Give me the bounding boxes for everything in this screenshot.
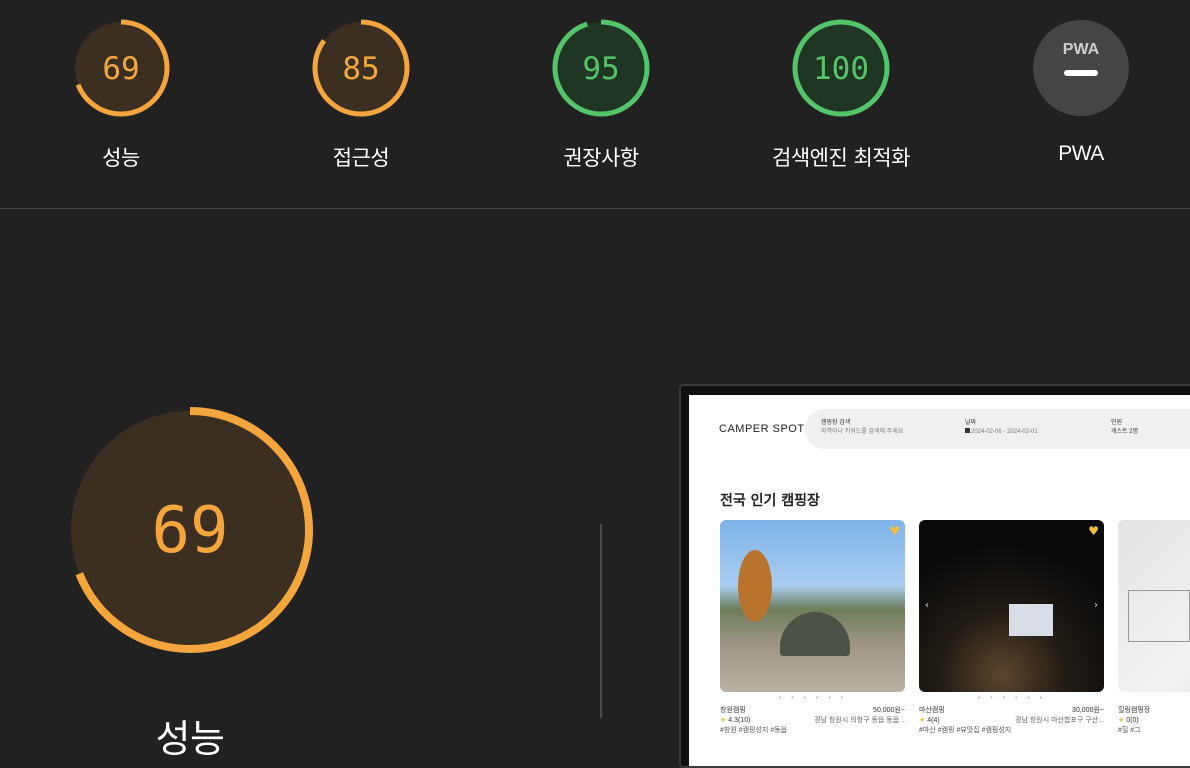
heart-icon: ♥ [1088,524,1099,538]
chevron-left-icon: ‹ [925,600,929,611]
camp-card-rating-text: 4(4) [927,717,940,724]
pwa-badge-icon: PWA [1063,41,1100,58]
camp-card-rating-text: 4.3(10) [728,717,751,724]
gauge-performance-label: 성능 [102,146,140,170]
camp-card-rating: ★ 0(0) [1118,716,1190,726]
category-summary: 69 성능 85 접근성 95 권장사항 100 검색엔진 최적화 PWA PW… [0,0,1190,209]
gauge-accessibility-score: 85 [342,51,379,87]
gauge-performance-ring: 69 [72,19,170,117]
gauge-seo[interactable]: 100 검색엔진 최적화 [741,18,941,172]
search-field-date: 날짜 2024-02-06 - 2024-02-01 [965,419,1038,437]
search-field-keyword-value: 지역이나 키워드를 검색해 주세요 [821,429,904,435]
gauge-best-practices-label: 권장사항 [563,146,639,170]
camp-card-image: ♥ ‹ › [919,520,1104,692]
tent-shape [780,612,850,656]
section-title: 전국 인기 캠핑장 [720,493,820,509]
gauge-performance[interactable]: 69 성능 [21,18,221,172]
search-field-date-label: 날짜 [965,420,977,426]
gauge-accessibility-label: 접근성 [332,146,390,170]
gauge-pwa[interactable]: PWA PWA [981,18,1181,166]
site-header: CAMPER SPOT 캠핑장 검색 지역이나 키워드를 검색해 주세요 날짜 … [689,395,1190,453]
gauge-seo-ring: 100 [792,19,890,117]
gauge-performance-score: 69 [102,51,139,87]
search-field-date-text: 2024-02-06 - 2024-02-01 [971,429,1038,435]
carousel-dots: • • • • • • [977,694,1046,702]
gauge-pwa-label: PWA [1058,142,1104,165]
camp-card-price: 30,000원~ [1072,707,1104,714]
camp-card-tags: #힐 #그 [1118,727,1141,734]
heart-icon: ♥ [889,524,900,538]
gauge-pwa-ring: PWA [1033,20,1129,116]
vertical-divider [600,524,602,718]
search-field-guests-label: 인원 [1111,420,1123,426]
search-field-guests: 인원 게스트 2명 [1111,419,1138,437]
camp-card-tags: #창원 #캠핑성지 #동읍 [720,727,788,734]
search-field-keyword: 캠핑장 검색 지역이나 키워드를 검색해 주세요 [821,419,903,437]
gauge-seo-score: 100 [813,51,869,87]
carousel-dots: • • • • • • [778,694,847,702]
search-field-date-value: 2024-02-06 - 2024-02-01 [965,428,1038,437]
gauge-best-practices-ring: 95 [552,19,650,117]
site-logo: CAMPER SPOT [719,423,805,435]
chevron-right-icon: › [1094,600,1098,611]
star-icon: ★ [720,717,727,724]
camp-card-address: 경남 창원시 마산합포구 구산... [1015,717,1104,724]
star-icon: ★ [1118,717,1125,724]
camp-card-info: 힐링캠핑장 ★ 0(0) #힐 #그 [1118,706,1190,736]
screen-shape [1009,604,1053,636]
gauge-accessibility-ring: 85 [312,19,410,117]
gauge-seo-label: 검색엔진 최적화 [772,146,910,170]
camp-card: ♥ • • • • • • 창원캠핑 ★ 4.3(10) #창원 #캠핑성지 #… [720,520,905,736]
camp-card-address: 경남 창원시 의창구 동읍 동읍... [814,717,905,724]
performance-gauge-large-score: 69 [151,494,228,568]
gauge-best-practices-score: 95 [582,51,619,87]
performance-gauge-large-label: 성능 [155,717,225,761]
camp-card-info: 마산캠핑 ★ 4(4) #마산 #캠핑 #뷰맛집 #캠핑성지 30,000원~ … [919,706,1104,736]
carousel-dots [1118,694,1190,706]
camp-card: 힐링캠핑장 ★ 0(0) #힐 #그 [1118,520,1190,736]
page-screenshot-frame[interactable]: CAMPER SPOT 캠핑장 검색 지역이나 키워드를 검색해 주세요 날짜 … [679,384,1190,768]
calendar-icon [965,428,970,433]
search-field-guests-value: 게스트 2명 [1111,429,1139,435]
performance-gauge-large-ring: 69 [67,407,313,653]
paper-shape [1128,590,1190,642]
camp-card: ♥ ‹ › • • • • • • 마산캠핑 ★ 4(4) #마산 #캠핑 #뷰… [919,520,1104,736]
star-icon: ★ [919,717,926,724]
camp-card-info: 창원캠핑 ★ 4.3(10) #창원 #캠핑성지 #동읍 50,000원~ 경남… [720,706,905,736]
search-field-keyword-label: 캠핑장 검색 [821,420,851,426]
site-search-bar: 캠핑장 검색 지역이나 키워드를 검색해 주세요 날짜 2024-02-06 -… [805,409,1190,449]
camp-card-name: 힐링캠핑장 [1118,707,1151,714]
gauge-best-practices[interactable]: 95 권장사항 [501,18,701,172]
camp-card-price: 50,000원~ [873,707,905,714]
camp-card-image: ♥ [720,520,905,692]
page-screenshot: CAMPER SPOT 캠핑장 검색 지역이나 키워드를 검색해 주세요 날짜 … [689,395,1190,766]
pwa-dash-icon [1064,70,1098,76]
gauge-accessibility[interactable]: 85 접근성 [261,18,461,172]
tree-shape [738,550,772,622]
camp-card-image [1118,520,1190,692]
performance-gauge-large: 69 성능 [60,400,320,763]
camp-card-tags: #마산 #캠핑 #뷰맛집 #캠핑성지 [919,727,1012,734]
camp-card-rating-text: 0(0) [1126,717,1139,724]
